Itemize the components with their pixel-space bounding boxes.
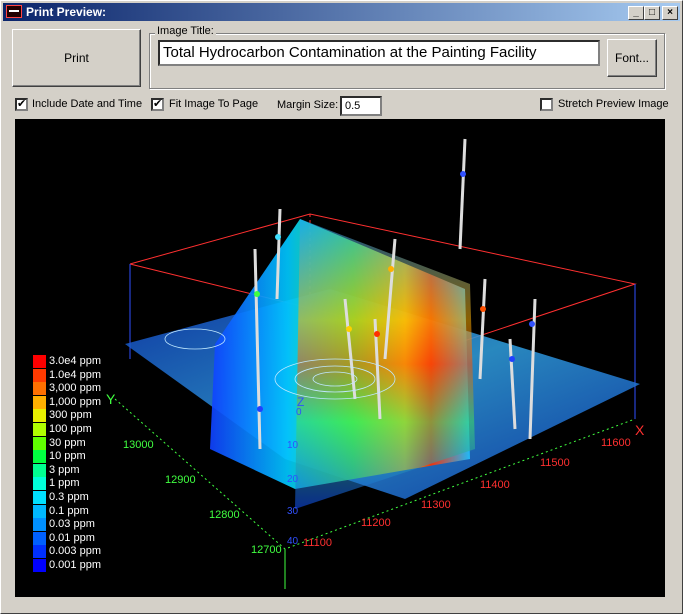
legend-item: 0.03 ppm [33,518,143,532]
fit-image-label: Fit Image To Page [169,98,259,110]
margin-size-label: Margin Size: [277,99,339,111]
z-tick: 10 [287,440,299,451]
legend-label: 0.3 ppm [49,491,89,503]
legend-swatch [33,531,46,545]
z-tick: 40 [287,536,299,547]
legend-item: 3.0e4 ppm [33,355,143,368]
legend-item: 1,000 ppm [33,395,143,409]
y-tick: 12900 [165,474,196,486]
legend-item: 10 ppm [33,450,143,464]
legend-swatch [33,395,46,409]
print-button[interactable]: Print [12,29,141,87]
z-tick: 30 [287,506,299,517]
x-tick: 11400 [480,479,510,491]
legend-swatch [33,368,46,382]
legend-item: 30 ppm [33,436,143,450]
include-date-label: Include Date and Time [32,98,143,110]
minimize-button[interactable]: _ [628,6,644,20]
legend-item: 1 ppm [33,477,143,491]
maximize-button[interactable]: □ [644,6,660,20]
margin-size-input[interactable]: 0.5 [340,96,382,116]
x-tick: 11600 [601,437,631,449]
legend-label: 10 ppm [49,450,86,463]
legend-swatch [33,409,46,423]
legend-item: 0.001 ppm [33,559,143,572]
legend-swatch [33,518,46,532]
legend-swatch [33,450,46,464]
legend-item: 3 ppm [33,463,143,477]
title-bar[interactable]: Print Preview: _ □ × [3,3,680,21]
legend-item: 0.3 ppm [33,491,143,504]
z-tick: 0 [296,407,302,418]
legend-item: 0.003 ppm [33,545,143,559]
x-tick: 11100 [303,537,332,549]
stretch-preview-label: Stretch Preview Image [558,98,669,110]
legend-swatch [33,477,46,491]
font-button[interactable]: Font... [607,39,657,77]
legend-label: 30 ppm [49,436,86,449]
legend-item: 300 ppm [33,409,143,423]
window-title: Print Preview: [26,5,107,19]
legend-item: 100 ppm [33,423,143,436]
close-button[interactable]: × [662,6,678,20]
legend-label: 0.001 ppm [49,559,101,571]
z-tick: 20 [287,474,299,485]
legend-label: 3 ppm [49,463,80,476]
legend-label: 300 ppm [49,409,92,422]
legend-label: 3,000 ppm [49,382,101,395]
legend-swatch [33,545,46,559]
legend-swatch [33,491,46,504]
legend-label: 0.003 ppm [49,545,101,558]
x-tick: 11500 [540,457,570,469]
legend-swatch [33,382,46,396]
x-tick: 11300 [421,499,451,511]
legend-item: 0.01 ppm [33,531,143,545]
legend-swatch [33,463,46,477]
legend-label: 0.1 ppm [49,504,89,517]
include-date-checkbox[interactable]: ✔ [15,98,28,111]
legend-item: 0.1 ppm [33,504,143,518]
legend-item: 3,000 ppm [33,382,143,396]
x-axis-label: X [635,422,645,438]
legend-label: 3.0e4 ppm [49,355,101,367]
legend-label: 0.01 ppm [49,531,95,544]
fit-image-checkbox[interactable]: ✔ [151,98,164,111]
y-tick: 12700 [251,544,282,556]
image-title-label: Image Title: [155,25,216,37]
legend-swatch [33,355,46,368]
legend-label: 1 ppm [49,477,80,490]
app-icon [6,5,22,18]
y-tick: 12800 [209,509,240,521]
legend-swatch [33,559,46,572]
legend-label: 1,000 ppm [49,395,101,408]
legend-swatch [33,436,46,450]
legend-label: 0.03 ppm [49,518,95,531]
legend-swatch [33,423,46,436]
legend-swatch [33,504,46,518]
x-tick: 11200 [361,517,391,529]
legend-label: 1.0e4 ppm [49,368,101,381]
legend-item: 1.0e4 ppm [33,368,143,382]
stretch-preview-checkbox[interactable] [540,98,553,111]
legend-label: 100 ppm [49,423,92,435]
image-title-input[interactable]: Total Hydrocarbon Contamination at the P… [158,40,600,66]
